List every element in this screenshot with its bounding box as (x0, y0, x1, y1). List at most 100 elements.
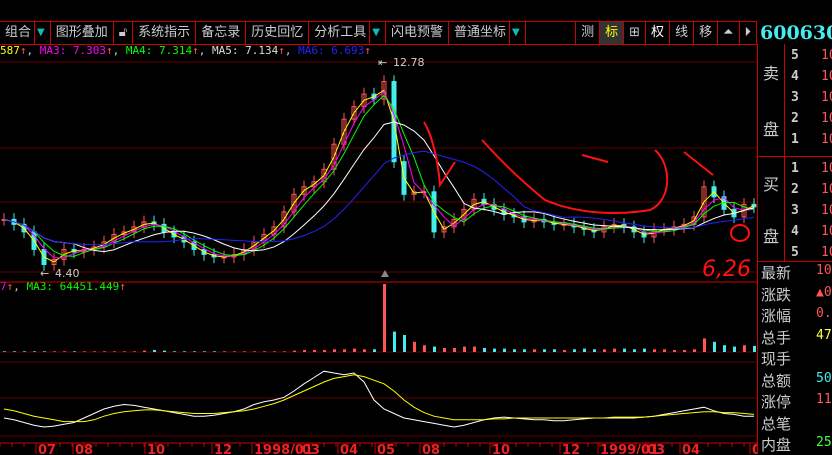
stat-value: ▲0 (816, 284, 832, 300)
volume-bar (683, 349, 686, 352)
buy-book: 买盘 1 10 2 10 3 10 4 10 5 10 (758, 157, 832, 262)
volume-bar (43, 351, 46, 352)
volume-bar (563, 349, 566, 352)
volume-bar (133, 351, 136, 352)
volume-bar (293, 350, 296, 352)
volume-bar (413, 341, 416, 352)
level-price: 10 (821, 132, 832, 147)
level-number: 5 (791, 245, 799, 260)
stat-row: 现手 (761, 348, 832, 368)
volume-bar (663, 349, 666, 352)
indicator-white-line (3, 370, 754, 428)
volume-bar (583, 348, 586, 352)
volume-bar (593, 349, 596, 352)
volume-bar (203, 351, 206, 352)
buy-level[interactable]: 5 10 (791, 245, 832, 260)
high-price-label: 12.78 (393, 56, 425, 69)
book-label: 盘 (762, 227, 779, 246)
volume-bar (313, 349, 316, 352)
volume-bar (523, 349, 526, 352)
stat-value: 11 (816, 392, 832, 407)
volume-bar (3, 351, 6, 352)
volume-bar (103, 351, 106, 352)
volume-bar (473, 346, 476, 352)
buy-level[interactable]: 3 10 (791, 203, 832, 218)
time-label: 10 (492, 443, 510, 454)
time-label: 12 (214, 443, 232, 454)
level-price: 10 (821, 245, 832, 260)
volume-bar (723, 345, 726, 352)
buy-level[interactable]: 1 10 (791, 161, 832, 176)
time-label: 03 (647, 443, 665, 454)
sell-level[interactable]: 4 10 (791, 69, 832, 84)
volume-bar (603, 349, 606, 352)
volume-bar (163, 350, 166, 352)
volume-bar (713, 341, 716, 352)
price-chart[interactable]: 070810121998/010304050810121999/01030406… (0, 0, 757, 454)
sell-level[interactable]: 3 10 (791, 90, 832, 105)
volume-bar (703, 338, 706, 352)
volume-bar (173, 351, 176, 352)
handwritten-price: 6,26 (702, 257, 751, 282)
volume-bar (283, 351, 286, 352)
stat-label: 总额 (761, 371, 792, 390)
time-label: 12 (562, 443, 580, 454)
sell-level[interactable]: 5 10 (791, 48, 832, 63)
buy-level[interactable]: 4 10 (791, 224, 832, 239)
volume-bar (153, 349, 156, 352)
level-number: 3 (791, 203, 799, 218)
volume-bar (643, 348, 646, 352)
buy-label: 买 (762, 175, 779, 194)
level-number: 1 (791, 132, 799, 147)
volume-bar (263, 351, 266, 352)
level-number: 2 (791, 182, 799, 197)
quote-panel: 卖盘 510410310210110 买盘 110210310410510 最新… (757, 44, 832, 454)
stat-row: 内盘 250 (761, 434, 832, 454)
level-price: 10 (821, 69, 832, 84)
stat-value: 10 (816, 263, 832, 278)
volume-bar (543, 349, 546, 352)
level-price: 10 (821, 111, 832, 126)
volume-bar (303, 349, 306, 352)
volume-bar (53, 351, 56, 352)
stat-row: 总手 474 (761, 327, 832, 347)
stat-label: 涨停 (761, 393, 792, 411)
volume-bar (373, 349, 376, 352)
volume-bar (633, 349, 636, 352)
stat-label: 涨幅 (761, 307, 792, 325)
sell-level[interactable]: 1 10 (791, 132, 832, 147)
time-label: 05 (377, 443, 395, 454)
level-price: 10 (821, 161, 832, 176)
volume-bar (343, 349, 346, 352)
volume-bar (443, 347, 446, 352)
stat-label: 总笔 (761, 414, 792, 433)
volume-bar (403, 335, 406, 352)
volume-bar (733, 346, 736, 352)
volume-bar (573, 349, 576, 352)
volume-bar (513, 349, 516, 352)
stat-value: 50 (816, 370, 832, 386)
sell-book: 卖盘 5 10 4 10 3 10 2 10 1 10 (758, 44, 832, 157)
level-price: 10 (821, 203, 832, 218)
level-number: 1 (791, 161, 799, 176)
time-label: 08 (75, 443, 93, 454)
volume-bar (673, 349, 676, 352)
volume-bar (743, 345, 746, 352)
sell-level[interactable]: 2 10 (791, 111, 832, 126)
volume-bar (183, 351, 186, 352)
stock-code: 600630 (760, 22, 832, 44)
volume-bar (393, 331, 396, 352)
volume-bar (353, 348, 356, 352)
time-label: 10 (147, 443, 165, 454)
stat-row: 最新 10 (761, 262, 832, 282)
buy-level[interactable]: 2 10 (791, 182, 832, 197)
volume-bar (73, 351, 76, 352)
volume-bar (83, 351, 86, 352)
volume-bar (553, 349, 556, 352)
volume-bar (623, 348, 626, 352)
level-number: 2 (791, 111, 799, 126)
volume-bar (433, 346, 436, 352)
level-price: 10 (821, 90, 832, 105)
volume-bar (63, 351, 66, 352)
volume-bar (243, 351, 246, 352)
